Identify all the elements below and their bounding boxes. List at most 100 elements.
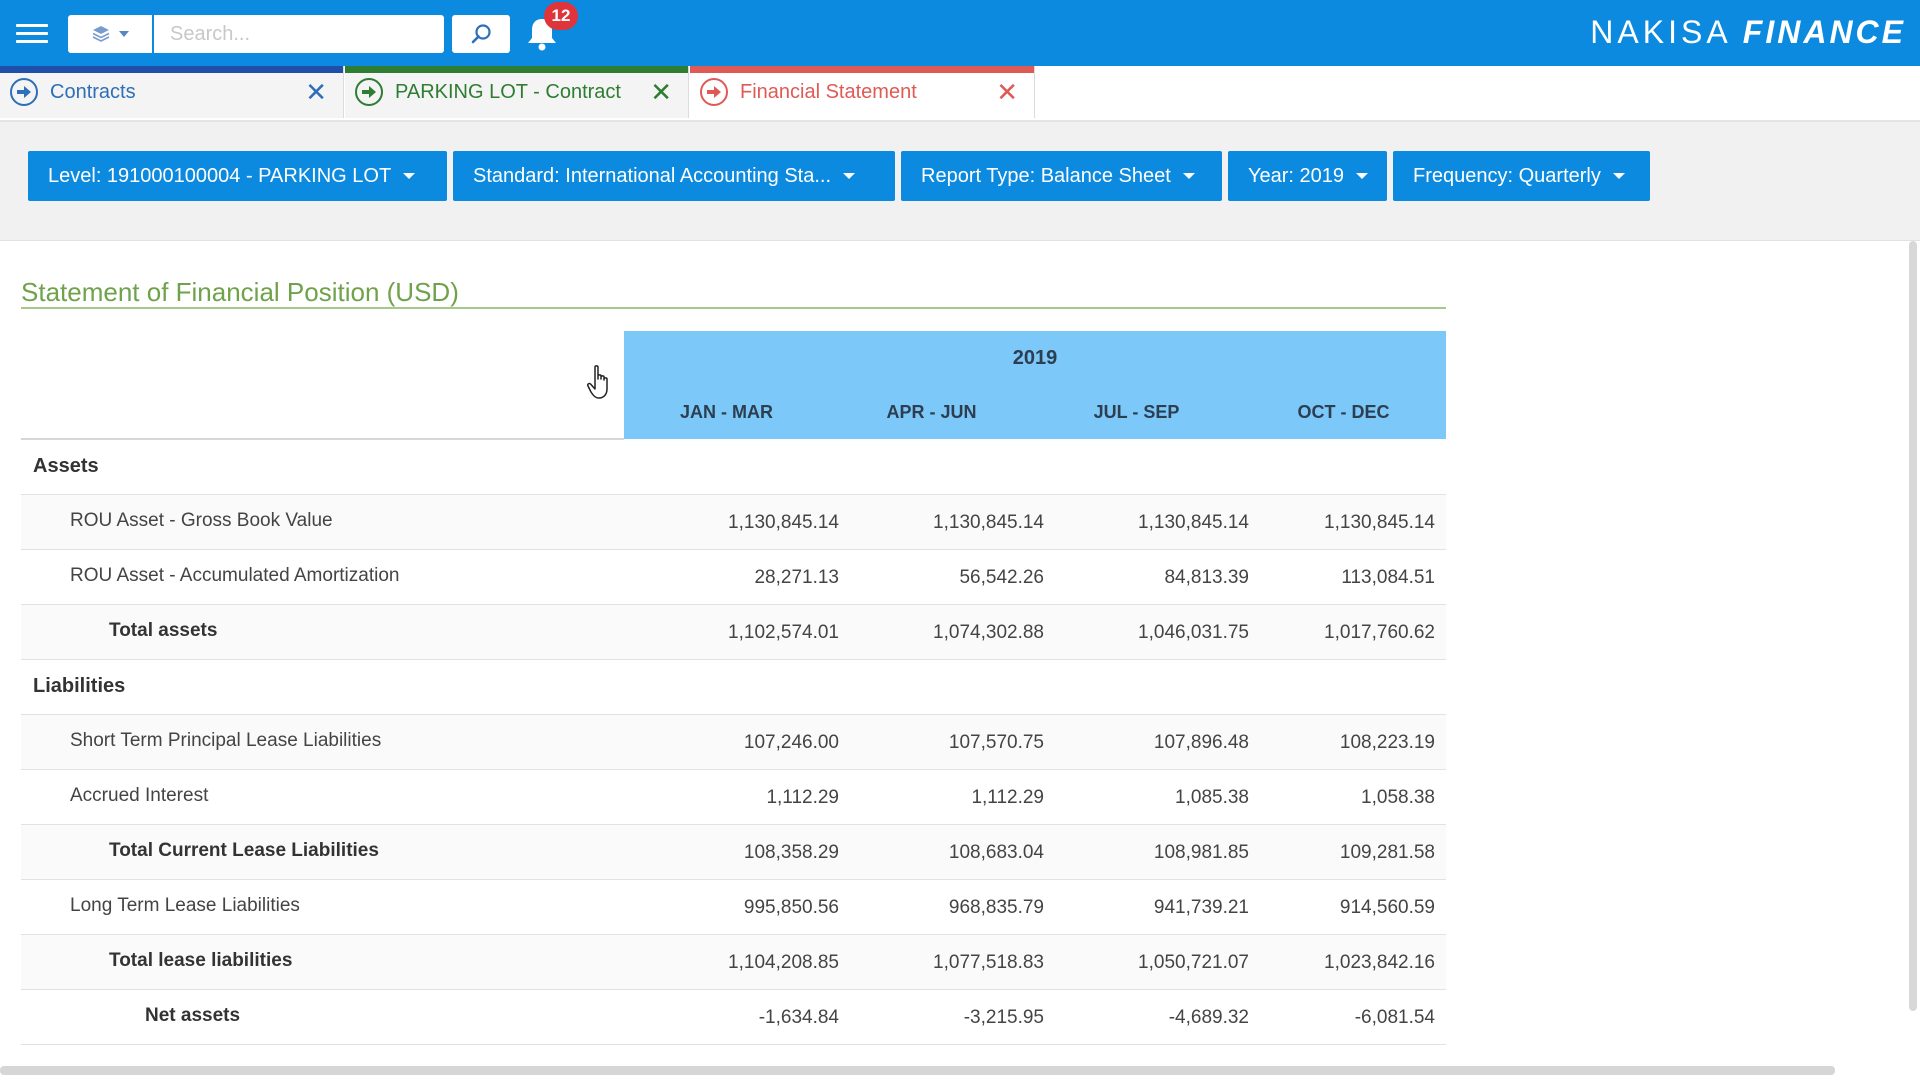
row-label: Short Term Principal Lease Liabilities	[70, 730, 382, 751]
table-row-net: Net assets -1,634.84 -3,215.95 -4,689.32…	[21, 990, 1446, 1045]
row-value: 914,560.59	[1339, 897, 1435, 918]
row-value: 113,084.51	[1341, 567, 1435, 588]
row-value: 1,046,031.75	[1138, 622, 1249, 643]
row-value: 108,683.04	[948, 842, 1044, 863]
row-value: 1,104,208.85	[728, 952, 839, 973]
table-row-section: Liabilities	[21, 660, 1446, 715]
row-value: 1,017,760.62	[1324, 622, 1435, 643]
row-value: 1,058.38	[1361, 787, 1435, 808]
tab-bar: Contracts ✕ PARKING LOT - Contract ✕ Fin…	[0, 66, 1920, 122]
row-label: Accrued Interest	[70, 785, 209, 806]
close-icon[interactable]: ✕	[996, 79, 1018, 105]
arrow-circle-icon	[700, 78, 728, 106]
table-row-section: Assets	[21, 440, 1446, 495]
row-value: 108,358.29	[743, 842, 839, 863]
row-value: 1,077,518.83	[933, 952, 1044, 973]
row-value: 108,223.19	[1339, 732, 1435, 753]
filter-bar: Level: 191000100004 - PARKING LOT Standa…	[0, 122, 1920, 241]
table-row: ROU Asset - Accumulated Amortization 28,…	[21, 550, 1446, 605]
row-label: Assets	[33, 455, 99, 477]
arrow-circle-icon	[10, 78, 38, 106]
row-value: 1,102,574.01	[728, 622, 839, 643]
caret-down-icon	[1356, 173, 1369, 179]
table-row-total: Total lease liabilities 1,104,208.85 1,0…	[21, 935, 1446, 990]
statement-panel: Statement of Financial Position (USD) 20…	[0, 241, 1910, 1075]
search-input[interactable]	[154, 15, 444, 53]
table-row-total: Total Current Lease Liabilities 108,358.…	[21, 825, 1446, 880]
menu-icon[interactable]	[16, 24, 48, 44]
row-value: 28,271.13	[754, 567, 839, 588]
row-value: -6,081.54	[1354, 1007, 1435, 1028]
close-icon[interactable]: ✕	[305, 79, 327, 105]
tab-label: Contracts	[50, 80, 136, 103]
row-value: 107,246.00	[743, 732, 839, 753]
table-row: ROU Asset - Gross Book Value 1,130,845.1…	[21, 495, 1446, 550]
row-value: 968,835.79	[948, 897, 1044, 918]
row-value: 995,850.56	[743, 897, 839, 918]
row-value: 56,542.26	[959, 567, 1044, 588]
row-value: 941,739.21	[1153, 897, 1249, 918]
row-value: -4,689.32	[1168, 1007, 1249, 1028]
caret-down-icon	[119, 31, 129, 37]
row-label: Total Current Lease Liabilities	[109, 840, 379, 861]
row-label: ROU Asset - Gross Book Value	[70, 510, 333, 531]
column-header-q1: JAN - MAR	[680, 402, 773, 422]
table-header: 2019 JAN - MAR APR - JUN JUL - SEP OCT -…	[624, 331, 1446, 439]
row-value: 1,130,845.14	[1324, 512, 1435, 533]
table-row-total: Total assets 1,102,574.01 1,074,302.88 1…	[21, 605, 1446, 660]
row-value: 1,112.29	[971, 787, 1044, 808]
row-value: 1,050,721.07	[1138, 952, 1249, 973]
row-value: 1,130,845.14	[1138, 512, 1249, 533]
row-label: Long Term Lease Liabilities	[70, 895, 300, 916]
row-value: 107,570.75	[948, 732, 1044, 753]
row-value: -1,634.84	[758, 1007, 839, 1028]
horizontal-scrollbar[interactable]	[0, 1066, 1835, 1075]
row-value: 1,112.29	[766, 787, 839, 808]
layers-dropdown-button[interactable]	[68, 15, 152, 53]
search-button[interactable]	[452, 15, 510, 53]
arrow-circle-icon	[355, 78, 383, 106]
caret-down-icon	[403, 173, 416, 179]
year-header: 2019	[1012, 347, 1058, 369]
row-value: 1,085.38	[1175, 787, 1249, 808]
brand-logo: NAKISA FINANCE	[1590, 14, 1906, 50]
title-divider	[21, 307, 1446, 309]
row-value: 109,281.58	[1339, 842, 1435, 863]
level-dropdown[interactable]: Level: 191000100004 - PARKING LOT	[28, 151, 447, 201]
frequency-dropdown[interactable]: Frequency: Quarterly	[1393, 151, 1650, 201]
row-value: 108,981.85	[1153, 842, 1249, 863]
caret-down-icon	[843, 173, 856, 179]
row-value: -3,215.95	[963, 1007, 1044, 1028]
tab-contracts[interactable]: Contracts ✕	[0, 66, 344, 118]
row-value: 1,130,845.14	[933, 512, 1044, 533]
tab-parking-lot-contract[interactable]: PARKING LOT - Contract ✕	[345, 66, 689, 118]
standard-dropdown[interactable]: Standard: International Accounting Sta..…	[453, 151, 895, 201]
column-header-q2: APR - JUN	[886, 402, 977, 422]
column-header-q3: JUL - SEP	[1093, 402, 1180, 422]
tab-label: PARKING LOT - Contract	[395, 80, 621, 103]
row-value: 1,130,845.14	[728, 512, 839, 533]
row-value: 84,813.39	[1164, 567, 1249, 588]
table-row: Short Term Principal Lease Liabilities 1…	[21, 715, 1446, 770]
hand-cursor-icon	[587, 365, 608, 399]
year-dropdown[interactable]: Year: 2019	[1228, 151, 1387, 201]
row-label: Total assets	[109, 620, 218, 641]
column-header-q4: OCT - DEC	[1297, 402, 1390, 422]
vertical-scrollbar[interactable]	[1909, 241, 1917, 1011]
row-value: 1,074,302.88	[933, 622, 1044, 643]
top-bar: 12 NAKISA FINANCE	[0, 0, 1920, 66]
tab-financial-statement[interactable]: Financial Statement ✕	[690, 66, 1035, 118]
row-label: Liabilities	[33, 675, 126, 697]
layers-icon	[92, 26, 110, 42]
report-type-dropdown[interactable]: Report Type: Balance Sheet	[901, 151, 1222, 201]
tab-label: Financial Statement	[740, 80, 917, 103]
caret-down-icon	[1612, 173, 1625, 179]
page-title: Statement of Financial Position (USD)	[21, 277, 459, 307]
row-label: ROU Asset - Accumulated Amortization	[70, 565, 400, 586]
table-row: Accrued Interest 1,112.29 1,112.29 1,085…	[21, 770, 1446, 825]
close-icon[interactable]: ✕	[650, 79, 672, 105]
row-label: Net assets	[145, 1005, 241, 1026]
row-label: Total lease liabilities	[109, 950, 293, 971]
caret-down-icon	[1182, 173, 1195, 179]
search-icon	[471, 24, 491, 44]
